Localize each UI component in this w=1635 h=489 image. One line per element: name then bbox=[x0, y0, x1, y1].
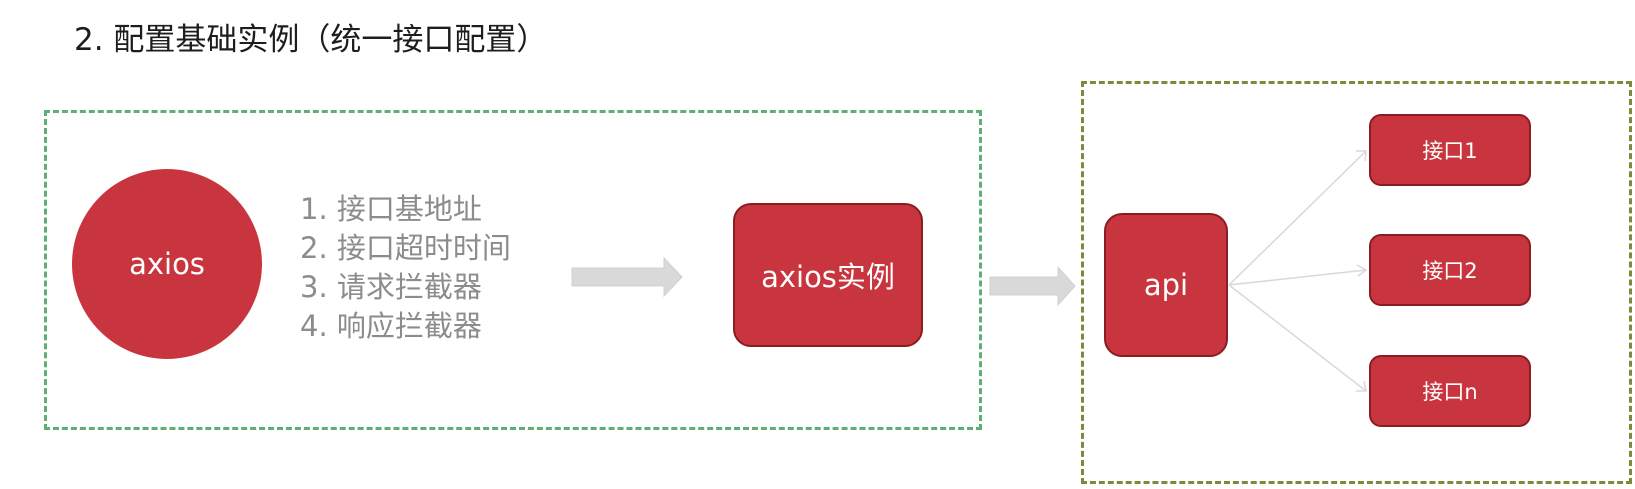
endpoint-node-n: 接口n bbox=[1369, 355, 1531, 427]
config-item: 2. 接口超时时间 bbox=[300, 231, 511, 265]
axios-node-label: axios bbox=[129, 247, 205, 281]
config-items-list: 1. 接口基地址 2. 接口超时时间 3. 请求拦截器 4. 响应拦截器 bbox=[300, 190, 511, 346]
endpoint-node-1: 接口1 bbox=[1369, 114, 1531, 186]
api-node-label: api bbox=[1143, 268, 1189, 302]
endpoint-node-2: 接口2 bbox=[1369, 234, 1531, 306]
endpoint-label: 接口1 bbox=[1422, 139, 1478, 163]
endpoint-label: 接口2 bbox=[1422, 259, 1478, 283]
diagram-title: 2. 配置基础实例（统一接口配置） bbox=[74, 22, 548, 58]
config-item: 3. 请求拦截器 bbox=[300, 270, 482, 304]
config-item: 1. 接口基地址 bbox=[300, 192, 482, 226]
axios-node: axios bbox=[72, 169, 262, 359]
endpoint-label: 接口n bbox=[1422, 380, 1478, 404]
axios-instance-label: axios实例 bbox=[761, 260, 895, 294]
config-item: 4. 响应拦截器 bbox=[300, 309, 482, 343]
axios-instance-node: axios实例 bbox=[733, 203, 923, 347]
api-node: api bbox=[1104, 213, 1228, 357]
arrow-instance-to-api bbox=[989, 265, 1076, 307]
